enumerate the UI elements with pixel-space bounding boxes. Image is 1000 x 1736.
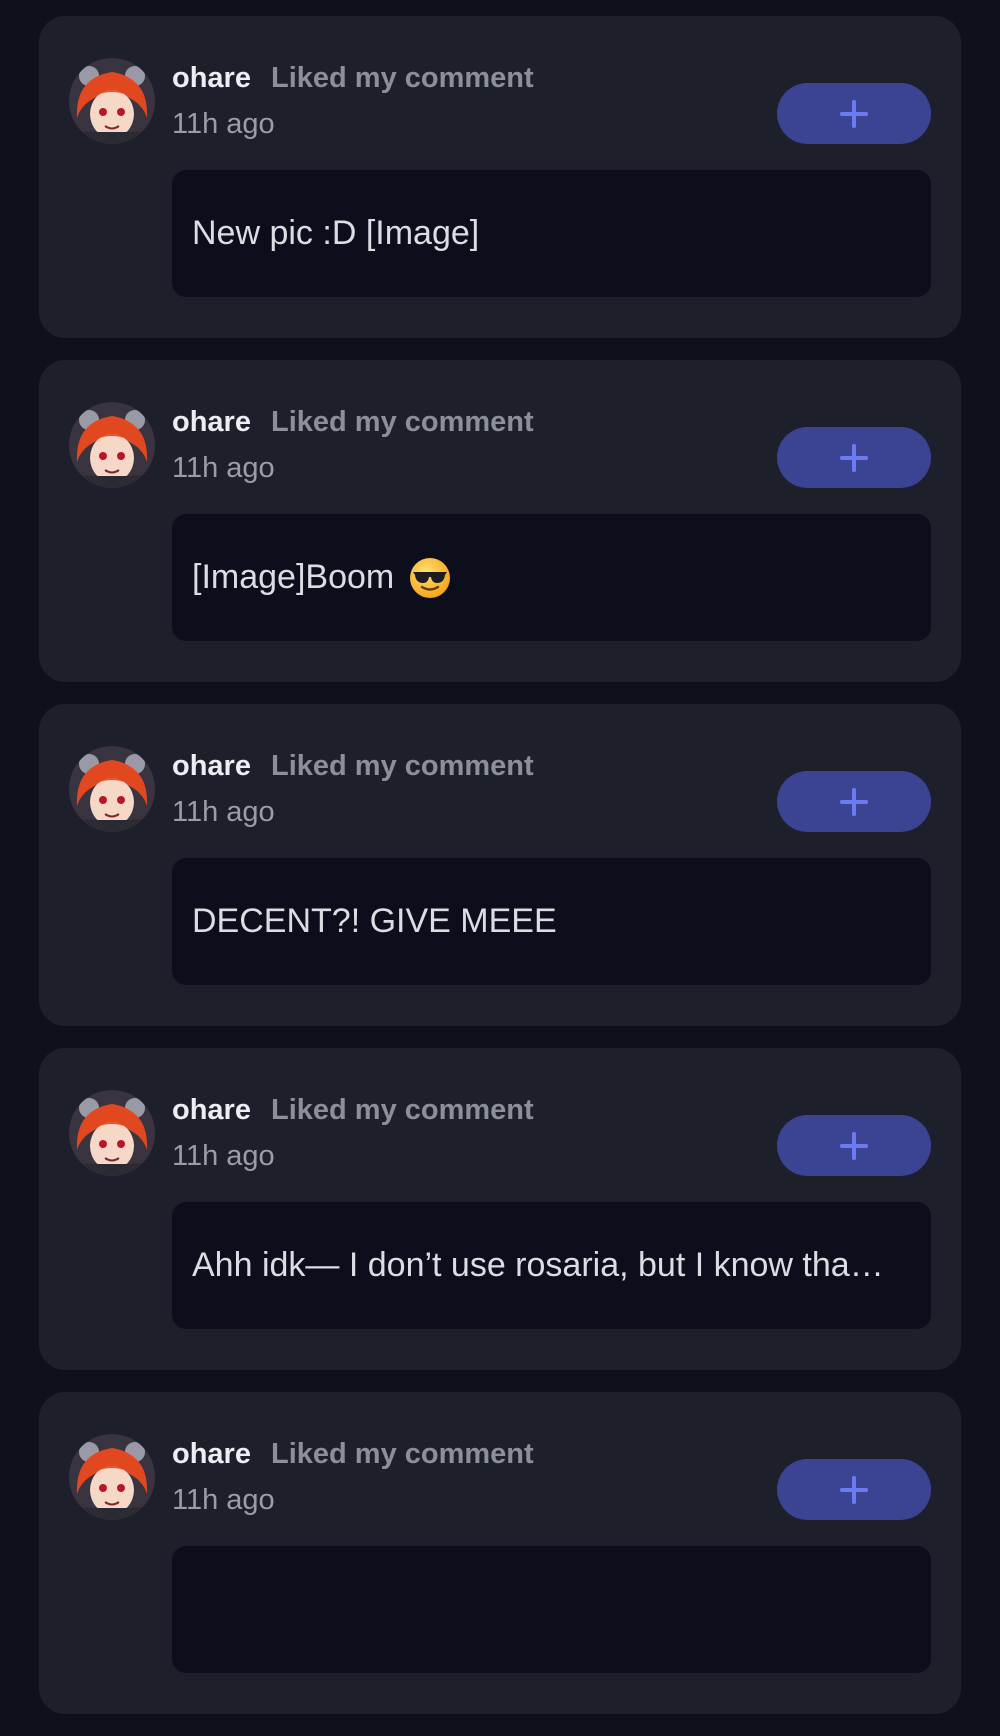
comment-preview[interactable] (172, 1546, 931, 1673)
comment-text: [Image]Boom (192, 558, 395, 596)
action-text: Liked my comment (270, 1438, 534, 1470)
notification-card[interactable]: ohare Liked my comment 11h ago Ahh idk— I… (39, 1048, 961, 1370)
comment-preview[interactable]: New pic :D [Image] (172, 170, 931, 297)
follow-button[interactable] (777, 83, 931, 144)
avatar[interactable] (69, 402, 155, 488)
action-text: Liked my comment (270, 1094, 534, 1126)
notification-card[interactable]: ohare Liked my comment 11h ago [Image]Boo… (39, 360, 961, 682)
notification-meta: ohare Liked my comment 11h ago (172, 748, 534, 830)
timestamp: 11h ago (172, 796, 275, 828)
notification-meta: ohare Liked my comment 11h ago (172, 404, 534, 486)
avatar[interactable] (69, 1434, 155, 1520)
timestamp: 11h ago (172, 1484, 275, 1516)
timestamp: 11h ago (172, 108, 275, 140)
plus-icon (840, 787, 868, 816)
comment-text: DECENT?! GIVE MEEE (192, 902, 557, 940)
notification-card[interactable]: ohare Liked my comment 11h ago DECENT?! G… (39, 704, 961, 1026)
action-text: Liked my comment (270, 750, 534, 782)
notification-card[interactable]: ohare Liked my comment 11h ago New pic :D… (39, 16, 961, 338)
timestamp: 11h ago (172, 452, 275, 484)
follow-button[interactable] (777, 1115, 931, 1176)
plus-icon (840, 1475, 868, 1504)
username[interactable]: ohare (172, 750, 251, 782)
sunglasses-emoji-icon (410, 557, 451, 598)
timestamp: 11h ago (172, 1140, 275, 1172)
notification-meta: ohare Liked my comment 11h ago (172, 1436, 534, 1518)
comment-preview[interactable]: DECENT?! GIVE MEEE (172, 858, 931, 985)
follow-button[interactable] (777, 1459, 931, 1520)
avatar-image (69, 1090, 155, 1176)
avatar-image (69, 402, 155, 488)
username[interactable]: ohare (172, 62, 251, 94)
avatar-image (69, 58, 155, 144)
avatar[interactable] (69, 1090, 155, 1176)
username[interactable]: ohare (172, 406, 251, 438)
comment-preview[interactable]: Ahh idk— I don’t use rosaria, but I know… (172, 1202, 931, 1329)
username[interactable]: ohare (172, 1094, 251, 1126)
plus-icon (840, 99, 868, 128)
username[interactable]: ohare (172, 1438, 251, 1470)
avatar[interactable] (69, 58, 155, 144)
follow-button[interactable] (777, 427, 931, 488)
notification-meta: ohare Liked my comment 11h ago (172, 60, 534, 142)
action-text: Liked my comment (270, 406, 534, 438)
comment-text: Ahh idk— I don’t use rosaria, but I know… (192, 1246, 884, 1284)
plus-icon (840, 443, 868, 472)
action-text: Liked my comment (270, 62, 534, 94)
notification-card[interactable]: ohare Liked my comment 11h ago (39, 1392, 961, 1714)
avatar-image (69, 746, 155, 832)
follow-button[interactable] (777, 771, 931, 832)
plus-icon (840, 1131, 868, 1160)
avatar[interactable] (69, 746, 155, 832)
notification-meta: ohare Liked my comment 11h ago (172, 1092, 534, 1174)
comment-preview[interactable]: [Image]Boom (172, 514, 931, 641)
comment-text: New pic :D [Image] (192, 214, 480, 252)
notification-feed: ohare Liked my comment 11h ago New pic :D… (39, 16, 961, 1736)
avatar-image (69, 1434, 155, 1520)
